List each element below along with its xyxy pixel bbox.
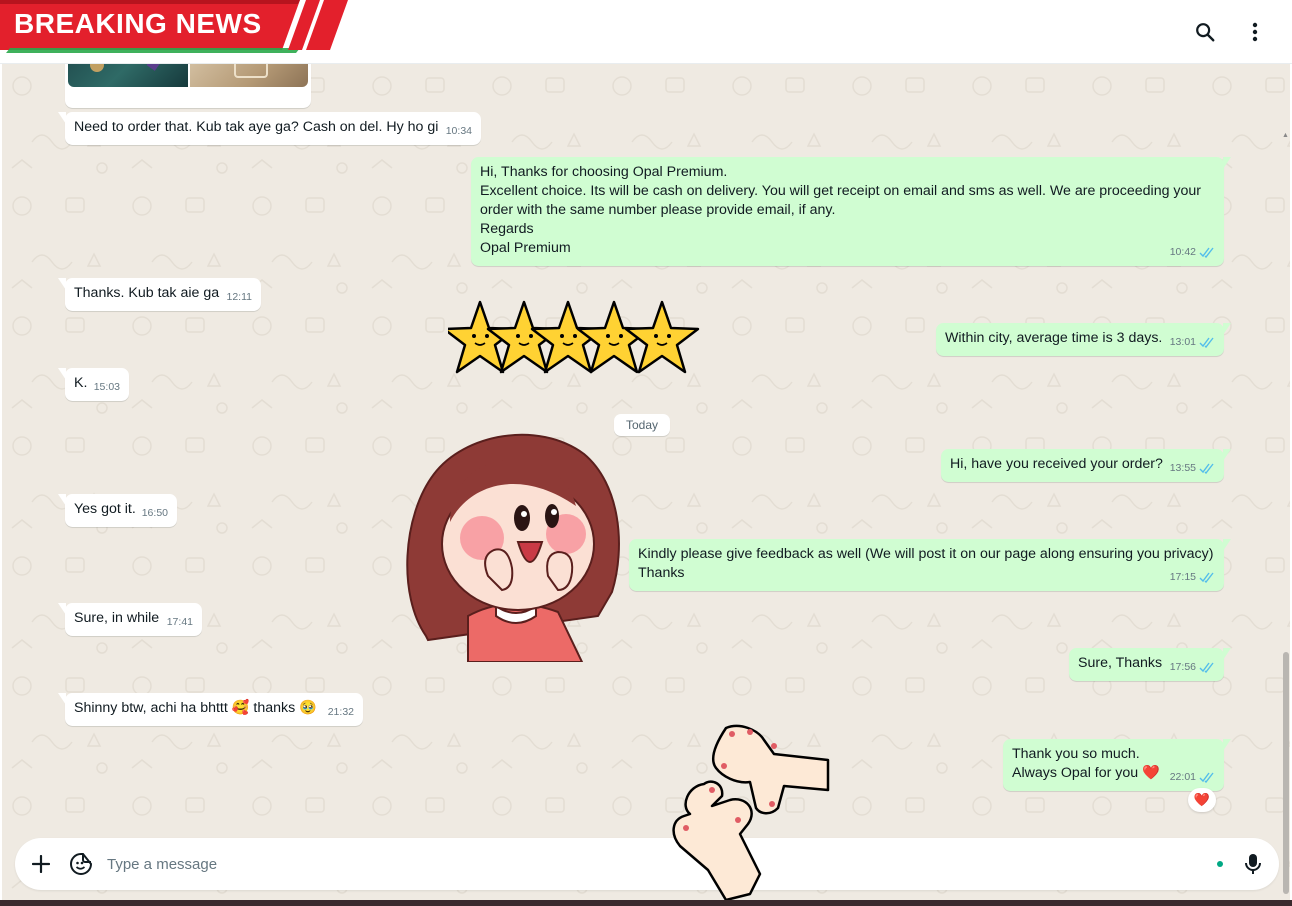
message-time: 16:50 <box>141 507 168 519</box>
status-dot <box>1217 861 1223 867</box>
heart-reaction-emoji: ❤️ <box>1193 792 1211 807</box>
double-check-icon <box>1199 572 1214 583</box>
more-vert-icon[interactable] <box>1241 18 1269 46</box>
jewelry-photo-thumb[interactable] <box>68 64 188 87</box>
smiling-hearts-emoji: 🥰 <box>231 700 250 716</box>
chat-area[interactable]: ▲ 10:33 Need to order that. Kub tak aye … <box>2 64 1290 900</box>
girl-excited-sticker[interactable] <box>398 426 624 662</box>
message-time: 17:56 <box>1169 661 1196 673</box>
message-text: Kindly please give feedback as well (We … <box>638 546 1214 581</box>
holding-back-tears-emoji: 🥹 <box>299 700 317 716</box>
five-stars-sticker[interactable] <box>448 298 710 382</box>
message-time: 22:01 <box>1169 771 1196 783</box>
message-text: Thank you so much. Always Opal for you <box>1012 746 1140 781</box>
message-time: 10:34 <box>445 125 472 137</box>
red-heart-emoji: ❤️ <box>1142 765 1160 781</box>
message-meta: 13:55 <box>1170 459 1215 478</box>
message-meta: 17:56 <box>1170 658 1215 677</box>
message-incoming[interactable]: Need to order that. Kub tak aye ga? Cash… <box>58 112 481 145</box>
double-check-icon <box>1199 337 1214 348</box>
message-text: Within city, average time is 3 days. <box>945 330 1163 346</box>
mic-icon[interactable] <box>1240 851 1266 877</box>
message-incoming[interactable]: Thanks. Kub tak aie ga 12:11 <box>58 278 261 311</box>
message-outgoing[interactable]: Hi, Thanks for choosing Opal Premium. Ex… <box>471 157 1231 266</box>
message-meta: 10:42 <box>1170 243 1215 262</box>
hands-sticker[interactable] <box>666 724 834 900</box>
message-text: Need to order that. Kub tak aye ga? Cash… <box>74 119 439 135</box>
breaking-news-banner: BREAKING NEWS <box>0 0 350 56</box>
message-time: 17:41 <box>166 616 193 628</box>
chat-scrollbar[interactable] <box>1283 652 1289 894</box>
message-text: Sure, Thanks <box>1078 655 1163 671</box>
message-time: 10:42 <box>1169 246 1196 258</box>
message-composer <box>15 838 1279 890</box>
double-check-icon <box>1199 772 1214 783</box>
message-input[interactable] <box>107 852 1187 876</box>
banner-text: BREAKING NEWS <box>14 8 262 39</box>
message-time: 13:55 <box>1169 462 1196 474</box>
message-time: 17:15 <box>1169 571 1196 583</box>
message-reaction[interactable]: ❤️ <box>1188 788 1216 812</box>
message-incoming[interactable]: Sure, in while 17:41 <box>58 603 202 636</box>
message-outgoing[interactable]: Kindly please give feedback as well (We … <box>629 539 1231 591</box>
message-incoming[interactable]: Yes got it. 16:50 <box>58 494 177 527</box>
message-meta: 17:15 <box>1170 568 1215 587</box>
double-check-icon <box>1199 247 1214 258</box>
message-outgoing[interactable]: Sure, Thanks 17:56 <box>1069 648 1231 681</box>
message-text: Hi, have you received your order? <box>950 456 1163 472</box>
image-message[interactable]: 10:33 <box>65 64 311 108</box>
message-text: Yes got it. <box>74 501 136 517</box>
search-icon[interactable] <box>1191 18 1219 46</box>
message-outgoing[interactable]: Hi, have you received your order? 13:55 <box>941 449 1231 482</box>
double-check-icon <box>1199 662 1214 673</box>
jewelry-box-photo-thumb[interactable] <box>190 64 308 87</box>
message-time: 15:03 <box>93 381 120 393</box>
sticker-icon[interactable] <box>68 851 94 877</box>
message-text: Thanks. Kub tak aie ga <box>74 285 220 301</box>
message-outgoing[interactable]: Within city, average time is 3 days. 13:… <box>936 323 1231 356</box>
message-time: 12:11 <box>226 291 253 303</box>
plus-icon[interactable] <box>28 851 54 877</box>
message-meta: 13:01 <box>1170 333 1215 352</box>
message-outgoing[interactable]: Thank you so much. Always Opal for you ❤… <box>1003 739 1231 791</box>
bottom-strip <box>0 900 1292 906</box>
message-text: K. <box>74 375 88 391</box>
message-text: Shinny btw, achi ha bhttt <box>74 700 228 716</box>
message-time: 13:01 <box>1169 336 1196 348</box>
message-time: 21:32 <box>327 706 354 718</box>
scroll-up-arrow[interactable]: ▲ <box>1282 132 1289 139</box>
message-meta: 22:01 <box>1170 768 1215 787</box>
message-text: Sure, in while <box>74 610 160 626</box>
message-incoming[interactable]: K. 15:03 <box>58 368 129 401</box>
message-text: Hi, Thanks for choosing Opal Premium. Ex… <box>480 164 1202 256</box>
message-time: 10:33 <box>276 88 303 100</box>
message-text: thanks <box>253 700 296 716</box>
message-incoming[interactable]: Shinny btw, achi ha bhttt 🥰 thanks 🥹 21:… <box>58 693 363 726</box>
double-check-icon <box>1199 463 1214 474</box>
